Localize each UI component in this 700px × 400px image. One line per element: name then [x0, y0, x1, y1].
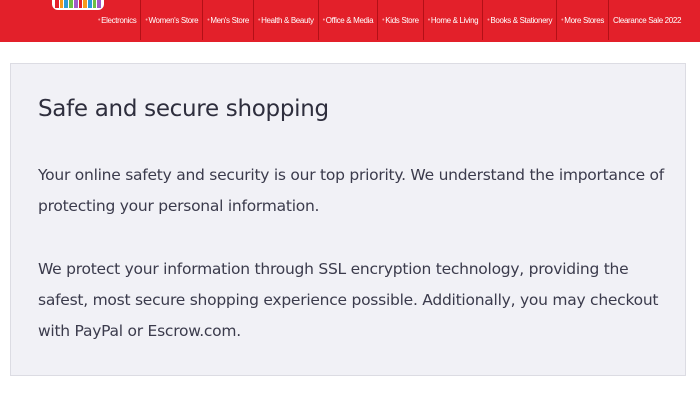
card-title: Safe and secure shopping [38, 96, 329, 122]
bullet-icon: • [145, 16, 148, 24]
bullet-icon: • [322, 16, 325, 24]
bullet-icon: • [382, 16, 385, 24]
bullet-icon: • [487, 16, 490, 24]
bullet-icon: • [257, 16, 261, 24]
top-navigation-bar: • Electronics • Women's Store • Men's Store… [0, 0, 700, 42]
nav-item-label: Office & Media [325, 15, 374, 25]
nav-item-label: More Stores [564, 15, 604, 25]
nav-item-clearance-sale[interactable]: Clearance Sale 2022 [609, 0, 685, 40]
bullet-icon: • [427, 16, 430, 24]
nav-item-label: Clearance Sale 2022 [613, 15, 682, 25]
nav-item-kids-store[interactable]: • Kids Store [378, 0, 424, 40]
nav-item-label: Men's Store [210, 15, 249, 25]
nav-item-label: Electronics [101, 15, 137, 25]
nav-item-office-media[interactable]: • Office & Media [319, 0, 379, 40]
nav-item-label: Home & Living [430, 15, 479, 25]
nav-item-label: Kids Store [385, 15, 419, 25]
nav-item-more-stores[interactable]: • More Stores [557, 0, 609, 40]
nav-item-womens-store[interactable]: • Women's Store [141, 0, 204, 40]
nav-item-electronics[interactable]: • Electronics [94, 0, 142, 40]
bullet-icon: • [98, 16, 101, 24]
bullet-icon: • [207, 16, 210, 24]
secure-shopping-card: Safe and secure shopping Your online saf… [10, 63, 686, 376]
nav-item-label: Books & Stationery [490, 15, 553, 25]
encryption-paragraph: We protect your information through SSL … [38, 260, 659, 340]
nav-item-books-stationery[interactable]: • Books & Stationery [483, 0, 558, 40]
category-nav: • Electronics • Women's Store • Men's Store… [94, 0, 685, 40]
nav-item-mens-store[interactable]: • Men's Store [203, 0, 254, 40]
bullet-icon: • [561, 16, 564, 24]
nav-item-home-living[interactable]: • Home & Living [424, 0, 484, 40]
nav-item-health-beauty[interactable]: • Health & Beauty [254, 0, 319, 40]
nav-item-label: Health & Beauty [261, 15, 314, 25]
safety-paragraph: Your online safety and security is our t… [38, 166, 664, 215]
nav-item-label: Women's Store [148, 15, 199, 25]
